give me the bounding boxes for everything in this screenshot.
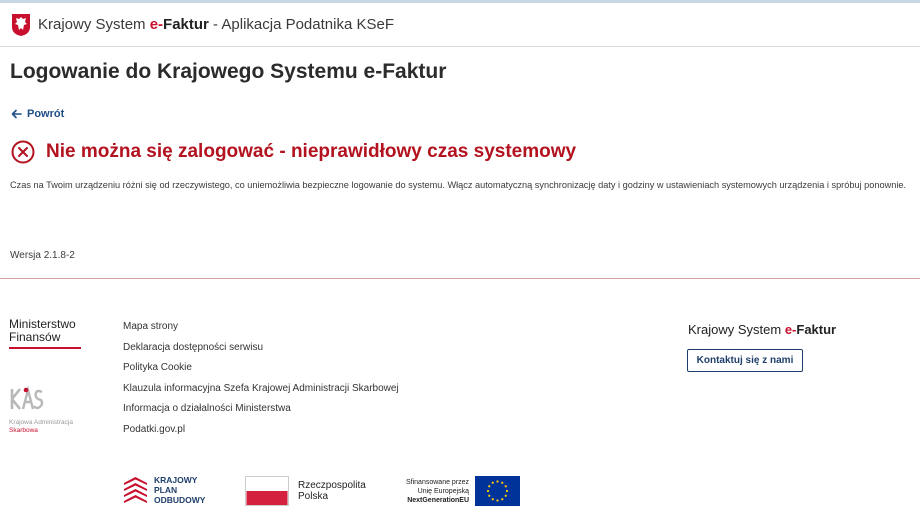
back-link-label: Powrót — [27, 108, 65, 120]
footer-link-sitemap[interactable]: Mapa strony — [123, 320, 399, 341]
error-circle-x-icon — [11, 140, 35, 164]
ministry-logo-bar — [9, 347, 81, 349]
kas-logo[interactable]: Krajowa Administracja Skarbowa — [9, 385, 89, 435]
kas-emblem-icon — [10, 385, 44, 410]
footer-link-podatki[interactable]: Podatki.gov.pl — [123, 423, 399, 444]
kpo-logo: KRAJOWY PLAN ODBUDOWY — [123, 475, 205, 505]
footer-links: Mapa strony Deklaracja dostępności serwi… — [123, 320, 399, 443]
footer-link-information-clause[interactable]: Klauzula informacyjna Szefa Krajowej Adm… — [123, 382, 399, 403]
eu-flag-icon — [475, 476, 521, 506]
ksef-brand-logo: Krajowy System e-Faktur — [688, 322, 837, 337]
version-label: Wersja 2.1.8-2 — [10, 250, 75, 261]
error-title: Nie można się zalogować - nieprawidłowy … — [46, 141, 577, 162]
arrow-left-icon — [11, 109, 22, 119]
app-title[interactable]: Krajowy System e-Faktur - Aplikacja Poda… — [38, 16, 394, 33]
eu-funding-logo: Sfinansowane przez Unię Europejską NextG… — [406, 476, 521, 506]
polish-eagle-icon — [12, 14, 30, 36]
app-header: Krajowy System e-Faktur - Aplikacja Poda… — [0, 3, 920, 47]
rzeczpospolita-polska-logo: Rzeczpospolita Polska — [245, 476, 366, 506]
footer-link-accessibility[interactable]: Deklaracja dostępności serwisu — [123, 341, 399, 362]
page-title: Logowanie do Krajowego Systemu e-Faktur — [10, 60, 447, 83]
ministry-of-finance-logo[interactable]: Ministerstwo Finansów — [9, 318, 89, 349]
polish-flag-icon — [245, 476, 289, 506]
kpo-flag-icon — [124, 477, 147, 503]
error-heading: Nie można się zalogować - nieprawidłowy … — [11, 140, 576, 164]
footer-link-cookie-policy[interactable]: Polityka Cookie — [123, 361, 399, 382]
contact-button[interactable]: Kontaktuj się z nami — [687, 349, 803, 372]
back-link[interactable]: Powrót — [11, 106, 64, 122]
footer-link-ministry-info[interactable]: Informacja o działalności Ministerstwa — [123, 402, 399, 423]
footer-divider — [0, 278, 920, 279]
error-description: Czas na Twoim urządzeniu różni się od rz… — [10, 180, 907, 190]
